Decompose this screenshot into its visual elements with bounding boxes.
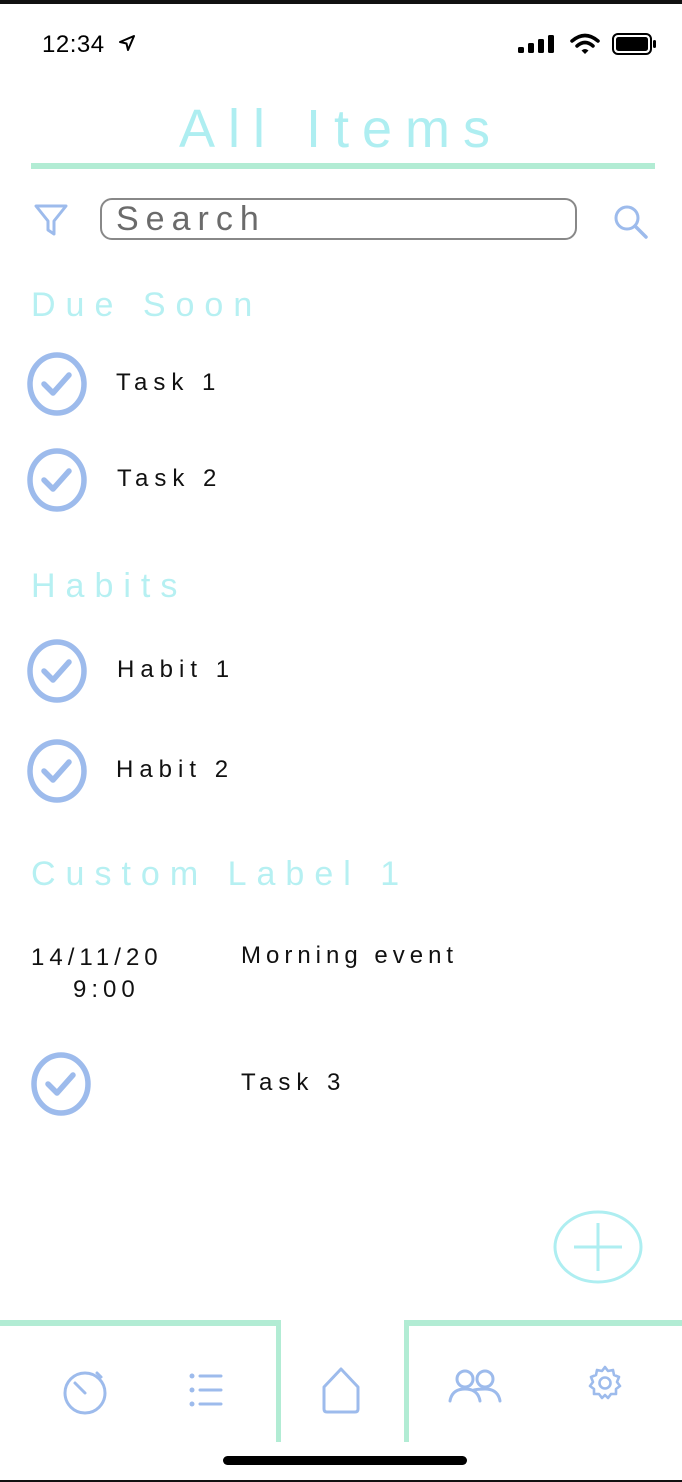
event-time: 9:00 <box>73 976 140 1003</box>
section-title-habits: Habits <box>31 567 188 605</box>
timer-icon[interactable] <box>61 1369 109 1415</box>
item-label: Task 3 <box>241 1069 347 1096</box>
list-item[interactable]: Task 2 <box>0 447 682 513</box>
item-label: Habit 2 <box>116 756 235 783</box>
nav-divider-right <box>404 1320 682 1326</box>
nav-divider-left-vertical <box>276 1320 281 1442</box>
title-divider <box>31 163 655 169</box>
gear-icon[interactable] <box>587 1365 623 1401</box>
location-arrow-icon <box>119 35 135 51</box>
cellular-signal-icon <box>518 35 554 53</box>
list-item[interactable]: Habit 2 <box>0 738 682 804</box>
event-title[interactable]: Morning event <box>241 942 458 970</box>
home-icon[interactable] <box>320 1365 362 1415</box>
event-datetime: 14/11/20 9:00 <box>31 942 221 1006</box>
list-item[interactable]: Task 3 <box>0 1051 682 1117</box>
add-button[interactable] <box>553 1209 645 1285</box>
check-circle-icon[interactable] <box>26 447 88 513</box>
nav-divider-left <box>0 1320 280 1326</box>
list-icon[interactable] <box>188 1371 224 1409</box>
item-label: Habit 1 <box>117 656 236 683</box>
nav-divider-right-vertical <box>404 1320 409 1442</box>
status-bar: 12:34 <box>0 0 682 80</box>
event-date: 14/11/20 <box>31 944 163 971</box>
list-item[interactable]: Task 1 <box>0 351 682 417</box>
check-circle-icon[interactable] <box>26 738 88 804</box>
status-time: 12:34 <box>42 31 105 58</box>
search-icon[interactable] <box>612 203 650 241</box>
section-title-custom-label: Custom Label 1 <box>31 855 410 893</box>
search-input[interactable] <box>100 198 577 240</box>
check-circle-icon[interactable] <box>26 638 88 704</box>
page-title: All Items <box>178 99 504 159</box>
item-label: Task 1 <box>116 369 222 396</box>
home-indicator[interactable] <box>223 1456 467 1465</box>
people-icon[interactable] <box>448 1368 502 1404</box>
battery-icon <box>612 33 656 55</box>
filter-icon[interactable] <box>33 202 69 238</box>
wifi-icon <box>570 33 600 54</box>
section-title-due-soon: Due Soon <box>31 286 263 324</box>
check-circle-icon[interactable] <box>26 351 88 417</box>
list-item[interactable]: Habit 1 <box>0 638 682 704</box>
item-label: Task 2 <box>117 465 223 492</box>
check-circle-icon[interactable] <box>30 1051 92 1117</box>
